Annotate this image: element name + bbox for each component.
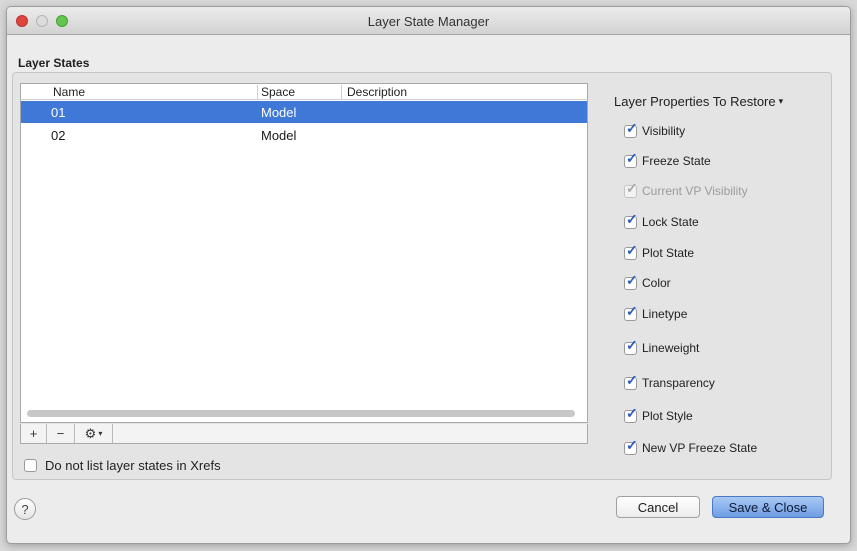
- property-label: Color: [642, 276, 671, 290]
- current-vp-visibility-checkbox: ✓ Current VP Visibility: [624, 181, 748, 198]
- minus-icon: −: [56, 426, 65, 441]
- property-label: Current VP Visibility: [642, 184, 748, 198]
- column-header-description[interactable]: Description: [347, 85, 407, 99]
- plus-icon: +: [29, 426, 38, 441]
- checkmark-icon: ✓: [626, 271, 638, 288]
- layer-states-toolbar: + − ⚙ ▾: [20, 424, 588, 444]
- layer-properties-to-restore-menu[interactable]: Layer Properties To Restore ▾: [614, 94, 783, 109]
- checkbox-box[interactable]: ✓: [624, 438, 638, 455]
- checkbox-box[interactable]: ✓: [624, 273, 638, 290]
- checkbox-box[interactable]: ✓: [624, 304, 638, 321]
- checkbox-box[interactable]: ✓: [624, 212, 638, 229]
- property-label: Plot Style: [642, 409, 693, 423]
- layer-states-table[interactable]: Name Space Description 01 Model 02 Model: [20, 83, 588, 423]
- help-button[interactable]: ?: [14, 498, 36, 520]
- checkbox-label: Do not list layer states in Xrefs: [45, 458, 221, 473]
- column-divider: [257, 85, 258, 99]
- table-row[interactable]: 01 Model: [21, 101, 587, 123]
- plot-state-checkbox[interactable]: ✓ Plot State: [624, 243, 695, 260]
- column-header-space[interactable]: Space: [261, 85, 295, 99]
- property-label: Freeze State: [642, 154, 711, 168]
- plot-style-checkbox[interactable]: ✓ Plot Style: [624, 406, 693, 423]
- checkmark-icon: ✓: [626, 404, 638, 421]
- horizontal-scrollbar[interactable]: [27, 410, 575, 417]
- layer-states-label: Layer States: [18, 56, 90, 70]
- property-label: Plot State: [642, 246, 695, 260]
- do-not-list-xrefs-checkbox[interactable]: Do not list layer states in Xrefs: [24, 458, 221, 473]
- checkmark-icon: ✓: [626, 302, 638, 319]
- layer-state-space: Model: [261, 105, 297, 120]
- table-row[interactable]: 02 Model: [21, 124, 587, 146]
- property-label: Lock State: [642, 215, 699, 229]
- checkbox-box[interactable]: ✓: [624, 243, 638, 260]
- lineweight-checkbox[interactable]: ✓ Lineweight: [624, 338, 700, 355]
- new-vp-freeze-state-checkbox[interactable]: ✓ New VP Freeze State: [624, 438, 758, 455]
- checkmark-icon: ✓: [626, 210, 638, 227]
- freeze-state-checkbox[interactable]: ✓ Freeze State: [624, 151, 711, 168]
- checkbox-box[interactable]: ✓: [624, 338, 638, 355]
- property-label: Transparency: [642, 376, 715, 390]
- checkbox-box[interactable]: ✓: [624, 121, 638, 138]
- restore-header-label: Layer Properties To Restore: [614, 94, 776, 109]
- lock-state-checkbox[interactable]: ✓ Lock State: [624, 212, 699, 229]
- window-title: Layer State Manager: [367, 14, 490, 29]
- save-and-close-button[interactable]: Save & Close: [712, 496, 824, 518]
- property-label: Visibility: [642, 124, 686, 138]
- chevron-down-icon: ▾: [778, 96, 784, 106]
- chevron-down-icon: ▾: [98, 429, 103, 438]
- property-label: Linetype: [642, 307, 688, 321]
- column-header-name[interactable]: Name: [53, 85, 85, 99]
- visibility-checkbox[interactable]: ✓ Visibility: [624, 121, 686, 138]
- checkbox-box: ✓: [624, 181, 638, 198]
- checkmark-icon: ✓: [626, 149, 638, 166]
- checkmark-icon: ✓: [626, 179, 638, 196]
- color-checkbox[interactable]: ✓ Color: [624, 273, 671, 290]
- property-label: Lineweight: [642, 341, 700, 355]
- checkbox-box[interactable]: ✓: [624, 406, 638, 423]
- question-mark-icon: ?: [21, 501, 29, 517]
- column-divider: [341, 85, 342, 99]
- checkmark-icon: ✓: [626, 371, 638, 388]
- layer-state-space: Model: [261, 128, 297, 143]
- layer-state-name: 01: [51, 105, 66, 120]
- checkbox-box[interactable]: [24, 459, 37, 472]
- checkbox-box[interactable]: ✓: [624, 151, 638, 168]
- linetype-checkbox[interactable]: ✓ Linetype: [624, 304, 688, 321]
- checkbox-box[interactable]: ✓: [624, 373, 638, 390]
- add-layer-state-button[interactable]: +: [21, 424, 47, 443]
- layer-state-actions-button[interactable]: ⚙ ▾: [75, 424, 113, 443]
- checkmark-icon: ✓: [626, 241, 638, 258]
- checkmark-icon: ✓: [626, 436, 638, 453]
- remove-layer-state-button[interactable]: −: [47, 424, 75, 443]
- checkmark-icon: ✓: [626, 119, 638, 136]
- table-header: Name Space Description: [21, 84, 587, 100]
- layer-state-name: 02: [51, 128, 66, 143]
- transparency-checkbox[interactable]: ✓ Transparency: [624, 373, 715, 390]
- checkmark-icon: ✓: [626, 336, 638, 353]
- property-label: New VP Freeze State: [642, 441, 758, 455]
- gear-icon: ⚙: [84, 425, 97, 441]
- cancel-button[interactable]: Cancel: [616, 496, 700, 518]
- title-bar[interactable]: Layer State Manager: [7, 7, 850, 35]
